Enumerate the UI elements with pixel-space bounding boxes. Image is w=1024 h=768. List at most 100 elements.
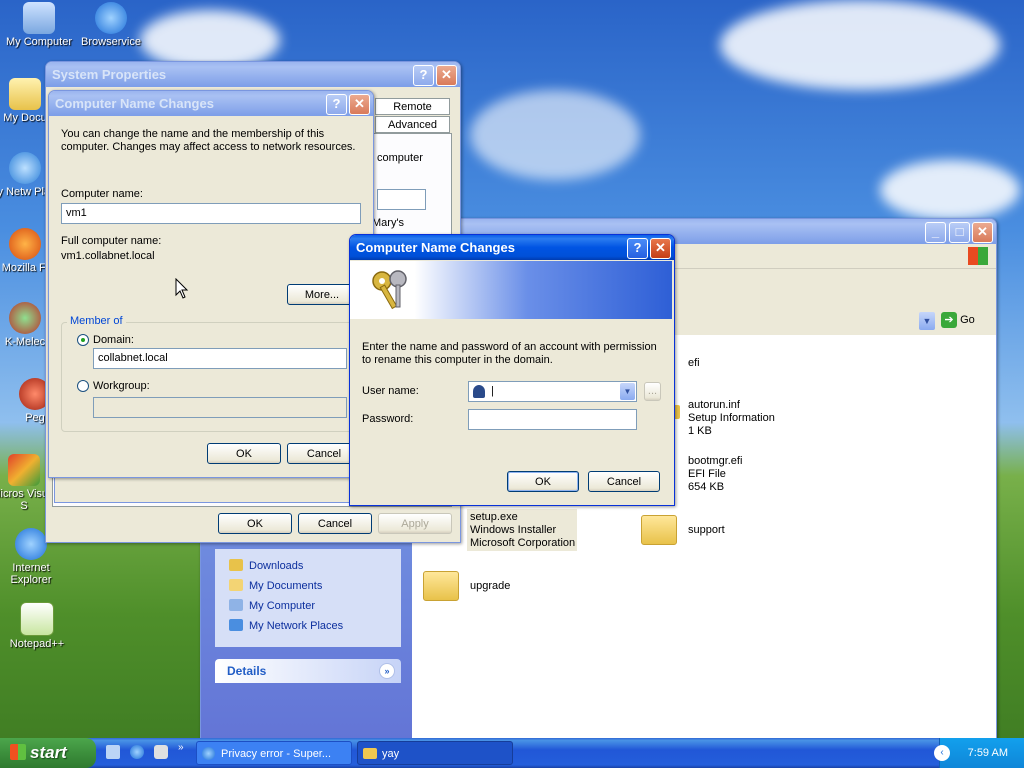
folder-icon	[229, 559, 243, 571]
clock[interactable]: 7:59 AM	[968, 738, 1008, 768]
chevron-left-icon[interactable]: ‹	[934, 745, 950, 761]
chevron-down-icon[interactable]: ▼	[620, 383, 635, 400]
browse-users-button[interactable]: ...	[644, 382, 661, 401]
credentials-titlebar[interactable]: Computer Name Changes ? ✕	[350, 235, 674, 260]
user-name-combo[interactable]: | ▼	[468, 381, 637, 402]
computer-name-field[interactable]: vm1	[61, 203, 361, 224]
domain-radio[interactable]	[77, 334, 89, 346]
ok-button[interactable]: OK	[207, 443, 281, 464]
partial-text: computer	[377, 152, 423, 164]
network-places-icon	[229, 619, 243, 631]
ok-button[interactable]: OK	[218, 513, 292, 534]
firefox-icon	[9, 228, 41, 260]
link-downloads[interactable]: Downloads	[229, 559, 303, 572]
intro-text: You can change the name and the membersh…	[61, 128, 356, 153]
file-name: bootmgr.efi	[688, 455, 743, 467]
workgroup-label: Workgroup:	[93, 380, 150, 392]
desktop-icon-my-computer[interactable]: My Computer	[0, 2, 78, 48]
credentials-dialog: Computer Name Changes ? ✕ Enter the name…	[349, 234, 675, 506]
taskbar-item-privacy-error[interactable]: Privacy error - Super...	[196, 741, 352, 765]
close-button[interactable]: ✕	[436, 65, 457, 86]
partial-input[interactable]	[377, 189, 426, 210]
link-my-network-places[interactable]: My Network Places	[229, 619, 343, 632]
file-name: efi	[688, 357, 700, 369]
credentials-banner	[350, 261, 672, 319]
address-dropdown-button[interactable]: ▼	[919, 312, 935, 330]
desktop-icon-label: Browservice	[81, 36, 141, 48]
tab-advanced[interactable]: Advanced	[375, 116, 450, 133]
workgroup-radio[interactable]	[77, 380, 89, 392]
k-meleon-icon	[9, 302, 41, 334]
full-name-value: vm1.collabnet.local	[61, 250, 155, 262]
other-places-panel: Downloads My Documents My Computer My Ne…	[215, 549, 401, 647]
details-panel-header[interactable]: Details »	[215, 659, 401, 683]
desktop-icon-label: Peg	[25, 412, 45, 424]
windows-flag-icon	[10, 744, 26, 760]
go-arrow-icon: ➔	[941, 312, 957, 328]
window-title: System Properties	[52, 67, 167, 82]
file-setup[interactable]: setup.exe Windows Installer Microsoft Co…	[467, 509, 577, 551]
link-my-documents[interactable]: My Documents	[229, 579, 322, 592]
go-label: Go	[960, 314, 975, 326]
user-icon	[473, 385, 485, 398]
taskbar: start » Privacy error - Super... yay ‹ 7…	[0, 738, 1024, 768]
password-field[interactable]	[468, 409, 637, 430]
file-size: 654 KB	[688, 481, 725, 493]
tab-remote[interactable]: Remote	[375, 98, 450, 115]
chevron-down-icon[interactable]: »	[379, 663, 395, 679]
mouse-cursor-icon	[175, 278, 189, 299]
show-desktop-icon[interactable]	[106, 745, 120, 759]
file-name: support	[688, 524, 725, 536]
cancel-button[interactable]: Cancel	[588, 471, 660, 492]
desktop-icon-label: My Docu	[3, 112, 47, 124]
member-of-label: Member of	[67, 315, 126, 327]
system-properties-titlebar[interactable]: System Properties ? ✕	[46, 62, 460, 87]
keys-icon	[372, 270, 407, 310]
domain-field[interactable]: collabnet.local	[93, 348, 347, 369]
password-label: Password:	[362, 413, 414, 425]
taskbar-item-yay[interactable]: yay	[357, 741, 513, 765]
close-button[interactable]: ✕	[349, 94, 370, 115]
maximize-button[interactable]: □	[949, 222, 970, 243]
name-changes-titlebar[interactable]: Computer Name Changes ? ✕	[49, 91, 373, 116]
help-button[interactable]: ?	[413, 65, 434, 86]
internet-explorer-icon	[95, 2, 127, 34]
my-documents-icon	[9, 78, 41, 110]
folder-icon	[363, 748, 377, 759]
internet-explorer-icon[interactable]	[130, 745, 144, 759]
internet-explorer-icon	[15, 528, 47, 560]
go-button[interactable]: ➔ Go	[941, 312, 991, 330]
desktop-icon-label: Internet Explorer	[10, 562, 52, 586]
folder-icon	[423, 571, 459, 601]
media-player-icon[interactable]	[154, 745, 168, 759]
quick-launch: »	[104, 742, 194, 762]
workgroup-field[interactable]	[93, 397, 347, 418]
minimize-button[interactable]: _	[925, 222, 946, 243]
close-button[interactable]: ✕	[972, 222, 993, 243]
user-name-label: User name:	[362, 385, 419, 397]
start-button[interactable]: start	[0, 738, 96, 768]
windows-logo-icon	[968, 247, 988, 265]
visual-studio-icon	[8, 454, 40, 486]
my-computer-icon	[23, 2, 55, 34]
my-computer-icon	[229, 599, 243, 611]
help-button[interactable]: ?	[627, 238, 648, 259]
close-button[interactable]: ✕	[650, 238, 671, 259]
desktop-icon-browservice[interactable]: Browservice	[72, 2, 150, 48]
ok-button[interactable]: OK	[507, 471, 579, 492]
computer-name-label: Computer name:	[61, 188, 143, 200]
apply-button[interactable]: Apply	[378, 513, 452, 534]
help-button[interactable]: ?	[326, 94, 347, 115]
window-title: Computer Name Changes	[55, 96, 214, 111]
file-name: setup.exe	[470, 511, 518, 523]
window-title: Computer Name Changes	[356, 240, 515, 255]
my-documents-icon	[229, 579, 243, 591]
desktop-icon-notepadpp[interactable]: Notepad++	[0, 602, 76, 650]
link-my-computer[interactable]: My Computer	[229, 599, 315, 612]
desktop-icon-label: My Computer	[5, 36, 73, 48]
chevron-right-icon[interactable]: »	[178, 742, 184, 753]
file-size: 1 KB	[688, 425, 712, 437]
more-button[interactable]: More...	[287, 284, 357, 305]
cancel-button[interactable]: Cancel	[298, 513, 372, 534]
system-tray: ‹ 7:59 AM	[934, 738, 1024, 768]
